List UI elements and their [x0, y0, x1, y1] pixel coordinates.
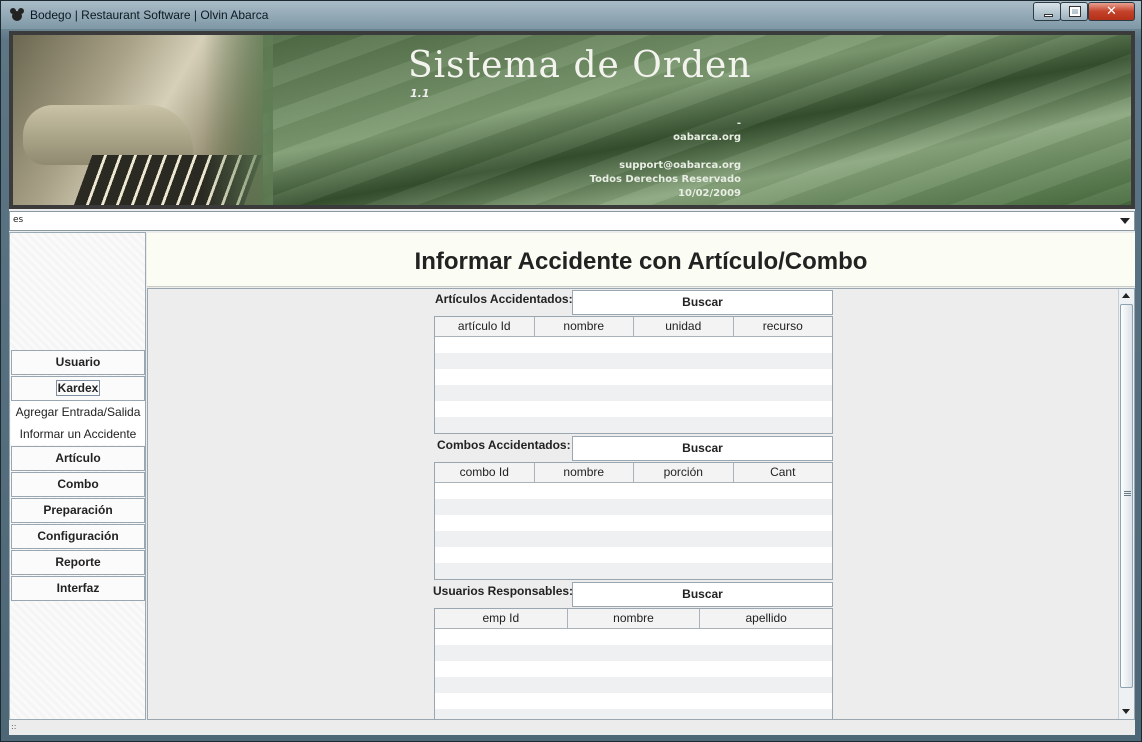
scroll-up-button[interactable]	[1119, 289, 1134, 303]
sidebar-item-kardex-label: Kardex	[55, 380, 101, 396]
close-button[interactable]: ✕	[1088, 2, 1135, 21]
table-row	[435, 645, 832, 661]
sidebar-item-combo[interactable]: Combo	[11, 472, 145, 497]
language-select[interactable]: es	[9, 211, 1135, 231]
table-body	[435, 483, 832, 579]
table-header: artículo Id nombre unidad recurso	[435, 317, 832, 337]
column-header[interactable]: recurso	[734, 317, 833, 336]
banner-version: 1.1	[410, 87, 430, 100]
banner-dash: -	[736, 118, 741, 129]
sidebar-item-configuracion[interactable]: Configuración	[11, 524, 145, 549]
table-header: combo Id nombre porción Cant	[435, 463, 832, 483]
column-header[interactable]: emp Id	[435, 609, 568, 628]
language-value: es	[13, 215, 24, 225]
column-header[interactable]: combo Id	[435, 463, 535, 482]
sidebar-subitem-informar-accidente[interactable]: Informar un Accidente	[11, 423, 145, 445]
dropdown-button[interactable]	[1116, 212, 1134, 230]
combos-accidentados-label: Combos Accidentados:	[437, 438, 571, 452]
scrollbar-thumb[interactable]	[1120, 304, 1133, 688]
table-row	[435, 499, 832, 515]
usuarios-responsables-label: Usuarios Responsables:	[433, 584, 574, 598]
column-header[interactable]: apellido	[700, 609, 832, 628]
buscar-usuarios-button[interactable]: Buscar	[572, 582, 833, 607]
page-header: Informar Accidente con Artículo/Combo	[147, 233, 1135, 287]
minimize-button[interactable]	[1033, 2, 1061, 21]
status-bar: ::	[9, 721, 1135, 735]
sidebar-item-usuario[interactable]: Usuario	[11, 350, 145, 375]
column-header[interactable]: nombre	[535, 463, 634, 482]
minimize-icon	[1044, 14, 1053, 17]
window-title: Bodego | Restaurant Software | Olvin Aba…	[30, 8, 269, 22]
buscar-articulos-button[interactable]: Buscar	[572, 290, 833, 315]
usuarios-table[interactable]: emp Id nombre apellido	[434, 608, 833, 719]
banner-title: Sistema de Orden	[408, 45, 752, 86]
vertical-scrollbar[interactable]	[1118, 289, 1134, 719]
page-title: Informar Accidente con Artículo/Combo	[414, 248, 868, 275]
sidebar-subitem-agregar-entrada-salida[interactable]: Agregar Entrada/Salida	[11, 401, 145, 423]
content-panel: Artículos Accidentados: Buscar artículo …	[147, 288, 1135, 720]
sidebar-item-kardex[interactable]: Kardex	[11, 376, 145, 401]
sidebar-item-preparacion[interactable]: Preparación	[11, 498, 145, 523]
sidebar: Usuario Kardex Agregar Entrada/Salida In…	[9, 232, 146, 720]
banner-site: oabarca.org	[673, 132, 741, 143]
column-header[interactable]: Cant	[734, 463, 833, 482]
client-area: Sistema de Orden 1.1 - oabarca.org suppo…	[9, 31, 1135, 735]
table-body	[435, 337, 832, 433]
table-row	[435, 629, 832, 645]
table-body	[435, 629, 832, 719]
column-header[interactable]: nombre	[568, 609, 701, 628]
table-row	[435, 337, 832, 353]
photo-fade	[203, 35, 273, 205]
title-bar[interactable]: Bodego | Restaurant Software | Olvin Aba…	[1, 1, 1141, 29]
app-logo-icon	[10, 8, 24, 21]
grip-icon	[1124, 491, 1131, 497]
arrow-down-icon	[1122, 709, 1130, 714]
sidebar-item-interfaz[interactable]: Interfaz	[11, 576, 145, 601]
table-row	[435, 563, 832, 579]
banner-rights: Todos Derechos Reservado	[589, 174, 741, 185]
table-row	[435, 417, 832, 433]
sidebar-item-articulo[interactable]: Artículo	[11, 446, 145, 471]
table-row	[435, 661, 832, 677]
table-row	[435, 531, 832, 547]
table-row	[435, 401, 832, 417]
banner-info: - oabarca.org support@oabarca.org Todos …	[590, 117, 741, 201]
banner-email: support@oabarca.org	[619, 160, 741, 171]
table-row	[435, 677, 832, 693]
table-row	[435, 353, 832, 369]
column-header[interactable]: artículo Id	[435, 317, 535, 336]
table-row	[435, 369, 832, 385]
banner: Sistema de Orden 1.1 - oabarca.org suppo…	[9, 31, 1135, 209]
sidebar-item-reporte[interactable]: Reporte	[11, 550, 145, 575]
maximize-icon	[1069, 6, 1081, 17]
arrow-up-icon	[1122, 293, 1130, 298]
banner-spacer	[590, 145, 741, 159]
app-window: Bodego | Restaurant Software | Olvin Aba…	[0, 0, 1142, 742]
maximize-button[interactable]	[1060, 2, 1088, 21]
table-header: emp Id nombre apellido	[435, 609, 832, 629]
resize-grip-icon[interactable]: ::	[11, 722, 16, 731]
articulos-table[interactable]: artículo Id nombre unidad recurso	[434, 316, 833, 434]
combos-table[interactable]: combo Id nombre porción Cant	[434, 462, 833, 580]
table-row	[435, 385, 832, 401]
banner-date: 10/02/2009	[678, 188, 741, 199]
column-header[interactable]: porción	[634, 463, 734, 482]
chevron-down-icon	[1120, 218, 1130, 224]
column-header[interactable]: unidad	[634, 317, 734, 336]
table-row	[435, 709, 832, 719]
table-row	[435, 693, 832, 709]
table-row	[435, 483, 832, 499]
articulos-accidentados-label: Artículos Accidentados:	[435, 292, 573, 306]
table-row	[435, 515, 832, 531]
table-row	[435, 547, 832, 563]
close-icon: ✕	[1106, 4, 1117, 19]
column-header[interactable]: nombre	[535, 317, 634, 336]
scroll-down-button[interactable]	[1119, 705, 1134, 719]
buscar-combos-button[interactable]: Buscar	[572, 436, 833, 461]
